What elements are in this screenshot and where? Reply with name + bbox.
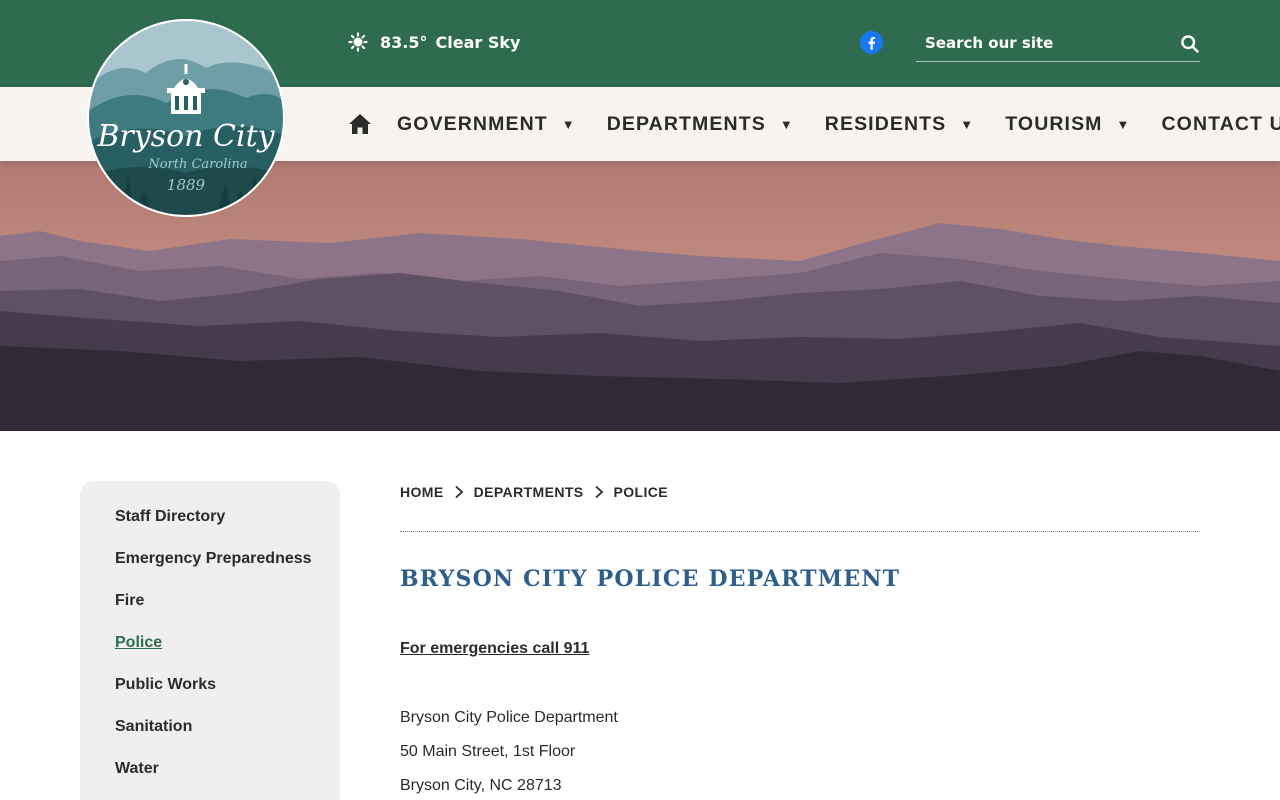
sidebar-item-fire[interactable]: Fire: [115, 589, 320, 613]
emergency-notice[interactable]: For emergencies call 911: [400, 640, 589, 658]
chevron-down-icon: ▼: [1116, 116, 1131, 132]
main-nav: GOVERNMENT ▼ DEPARTMENTS ▼ RESIDENTS ▼ T…: [348, 87, 1280, 161]
breadcrumb: HOME DEPARTMENTS POLICE: [400, 484, 668, 500]
divider: [400, 531, 1200, 532]
page-title: BRYSON CITY POLICE DEPARTMENT: [400, 566, 901, 592]
bryson-city-logo[interactable]: Bryson City North Carolina 1889: [86, 18, 286, 218]
address-line-city: Bryson City, NC 28713: [400, 777, 562, 794]
nav-government-label: GOVERNMENT: [397, 112, 548, 135]
nav-contact-us-label: CONTACT US: [1161, 112, 1280, 135]
sun-icon: [348, 32, 368, 52]
sidebar-item-emergency-preparedness[interactable]: Emergency Preparedness: [115, 547, 320, 571]
search-icon[interactable]: [1180, 34, 1200, 54]
home-icon[interactable]: [348, 113, 372, 135]
nav-residents-label: RESIDENTS: [824, 112, 947, 135]
chevron-right-icon: [594, 485, 603, 499]
nav-departments-label: DEPARTMENTS: [606, 112, 766, 135]
weather-condition: Clear Sky: [435, 32, 521, 52]
chevron-right-icon: [455, 485, 463, 499]
site-search: [916, 26, 1200, 62]
sidebar-item-water[interactable]: Water: [115, 757, 320, 781]
sidebar-nav: Staff Directory Emergency Preparedness F…: [80, 481, 340, 800]
breadcrumb-home[interactable]: HOME: [400, 484, 444, 500]
logo-state: North Carolina: [147, 157, 247, 172]
weather-temperature: 83.5°: [380, 32, 428, 52]
nav-government[interactable]: GOVERNMENT ▼: [397, 113, 576, 136]
breadcrumb-departments[interactable]: DEPARTMENTS: [474, 484, 584, 500]
breadcrumb-police: POLICE: [613, 484, 669, 500]
sidebar-item-staff-directory[interactable]: Staff Directory: [115, 505, 320, 529]
nav-departments[interactable]: DEPARTMENTS ▼: [607, 113, 794, 136]
facebook-icon[interactable]: [860, 31, 883, 54]
sidebar-item-sanitation[interactable]: Sanitation: [115, 715, 320, 739]
nav-residents[interactable]: RESIDENTS ▼: [825, 113, 974, 136]
logo-name: Bryson City: [96, 119, 275, 154]
sidebar-item-public-works[interactable]: Public Works: [115, 673, 320, 697]
address-line-street: 50 Main Street, 1st Floor: [400, 743, 576, 760]
logo-year: 1889: [167, 176, 206, 194]
nav-tourism-label: TOURISM: [1005, 112, 1103, 135]
address-line-name: Bryson City Police Department: [400, 709, 618, 726]
nav-contact-us[interactable]: CONTACT US: [1162, 113, 1280, 136]
chevron-down-icon: ▼: [779, 116, 794, 132]
search-input[interactable]: [916, 26, 1166, 60]
chevron-down-icon: ▼: [960, 116, 975, 132]
sidebar-item-police[interactable]: Police: [115, 631, 320, 655]
chevron-down-icon: ▼: [561, 116, 576, 132]
nav-tourism[interactable]: TOURISM ▼: [1005, 113, 1130, 136]
weather-widget: 83.5° Clear Sky: [348, 30, 520, 54]
